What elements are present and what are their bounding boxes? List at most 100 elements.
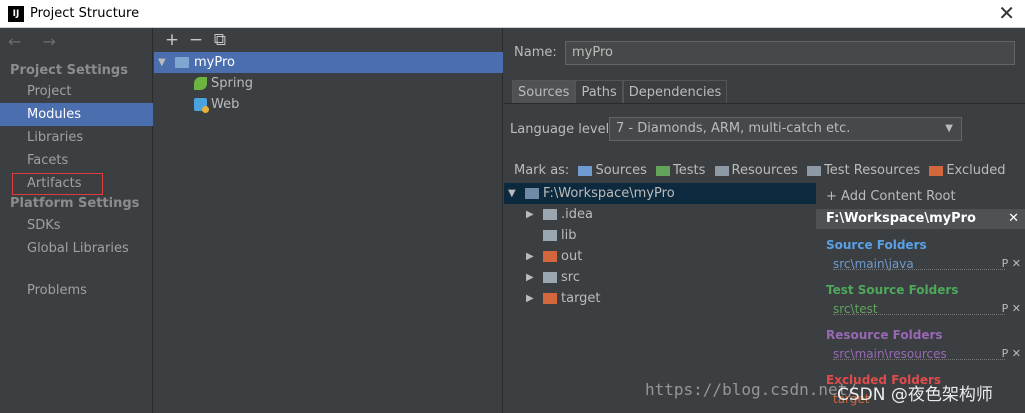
sidebar-item-modules[interactable]: Modules (0, 103, 153, 126)
tree-node-idea[interactable]: ▶ .idea (504, 204, 816, 225)
test-source-folders-title: Test Source Folders (826, 283, 959, 297)
sidebar-item-libraries[interactable]: Libraries (0, 126, 153, 149)
module-details-panel: Name: myPro Sources Paths Dependencies L… (504, 28, 1025, 413)
language-level-label: Language level: (510, 122, 614, 137)
folder-row-tools[interactable]: P ✕ (1002, 257, 1021, 270)
expand-caret-icon[interactable]: ▶ (526, 204, 534, 225)
module-toolbar: + − ⧉ (160, 30, 232, 50)
remove-icon[interactable]: − (184, 30, 208, 50)
test-resources-folder-icon (807, 165, 822, 176)
mark-resources-button[interactable]: Resources (714, 163, 798, 178)
name-label: Name: (514, 45, 557, 60)
module-tree-panel: + − ⧉ ▼ myPro Spring Web (154, 28, 503, 413)
dotted-leader (833, 269, 1005, 270)
close-icon[interactable]: ✕ (1008, 209, 1019, 229)
source-folders-title: Source Folders (826, 238, 927, 252)
resource-folders-title: Resource Folders (826, 328, 943, 342)
add-content-root-button[interactable]: + Add Content Root (826, 189, 956, 204)
tree-node-label: lib (561, 228, 577, 243)
tab-divider (504, 103, 1025, 104)
content-root-tree: ▼ F:\Workspace\myPro ▶ .idea lib ▶ out ▶… (504, 183, 816, 413)
module-folder-icon (175, 57, 189, 68)
sidebar-item-sdks[interactable]: SDKs (0, 214, 153, 237)
tree-node-label: out (561, 249, 583, 264)
tests-folder-icon (656, 165, 671, 176)
folder-icon (543, 272, 557, 283)
sidebar-item-facets[interactable]: Facets (0, 149, 153, 172)
sources-folder-icon (578, 165, 593, 176)
expand-caret-icon[interactable]: ▶ (526, 288, 534, 309)
folder-icon (543, 209, 557, 220)
module-tabs: Sources Paths Dependencies (512, 80, 728, 104)
tree-node-web[interactable]: Web (154, 94, 503, 115)
mark-excluded-button[interactable]: Excluded (929, 163, 1006, 178)
resources-folder-icon (714, 165, 729, 176)
tree-node-mypro[interactable]: ▼ myPro (154, 52, 503, 73)
settings-sidebar: ← → Project Settings Project Modules Lib… (0, 28, 153, 413)
sidebar-item-problems[interactable]: Problems (0, 279, 153, 302)
tab-paths[interactable]: Paths (575, 80, 623, 104)
platform-settings-heading: Platform Settings (10, 196, 140, 211)
excluded-folder-icon (543, 293, 557, 304)
excluded-folder-icon (929, 165, 944, 176)
tree-node-label: target (561, 291, 601, 306)
tree-node-label: .idea (561, 207, 593, 222)
expand-caret-icon[interactable]: ▶ (526, 246, 534, 267)
folder-row-tools[interactable]: P ✕ (1002, 347, 1021, 360)
content-root-path: F:\Workspace\myPro (826, 211, 976, 226)
copy-icon[interactable]: ⧉ (208, 30, 232, 50)
mark-test-resources-label: Test Resources (824, 163, 921, 178)
tree-node-label: Web (211, 97, 240, 112)
add-icon[interactable]: + (160, 30, 184, 50)
language-level-value: 7 - Diamonds, ARM, multi-catch etc. (616, 121, 851, 136)
project-settings-heading: Project Settings (10, 63, 128, 78)
dotted-leader (833, 359, 1005, 360)
tree-node-label: src (561, 270, 580, 285)
close-icon[interactable]: ✕ (998, 2, 1015, 24)
content-root-header: F:\Workspace\myPro ✕ (816, 209, 1025, 229)
tree-node-target[interactable]: ▶ target (504, 288, 816, 309)
language-level-select[interactable]: 7 - Diamonds, ARM, multi-catch etc. ▼ (609, 117, 962, 141)
mark-tests-label: Tests (673, 163, 706, 178)
tree-node-label: Spring (211, 76, 253, 91)
module-name-input[interactable]: myPro (565, 41, 1015, 65)
mark-sources-label: Sources (595, 163, 647, 178)
mark-as-toolbar: Mark as: Sources Tests Resources Test Re… (514, 163, 1011, 179)
tab-sources[interactable]: Sources (512, 80, 576, 104)
mark-as-label: Mark as: (514, 163, 570, 178)
tree-node-root[interactable]: ▼ F:\Workspace\myPro (504, 183, 816, 204)
folder-row-tools[interactable]: P ✕ (1002, 302, 1021, 315)
expand-caret-icon[interactable]: ▶ (526, 267, 534, 288)
window-title: Project Structure (30, 6, 140, 21)
mark-sources-button[interactable]: Sources (578, 163, 647, 178)
intellij-app-icon: IJ (8, 6, 24, 22)
title-bar: IJ Project Structure ✕ (0, 0, 1025, 28)
tree-node-src[interactable]: ▶ src (504, 267, 816, 288)
folder-icon (525, 188, 539, 199)
chevron-down-icon: ▼ (945, 123, 953, 134)
tree-node-spring[interactable]: Spring (154, 73, 503, 94)
content-roots-panel: + Add Content Root F:\Workspace\myPro ✕ … (816, 183, 1025, 413)
tree-node-label: myPro (194, 55, 235, 70)
artifacts-highlight-box (12, 173, 103, 195)
watermark-text: CSDN @夜色架构师 (837, 385, 993, 405)
sidebar-item-global-libraries[interactable]: Global Libraries (0, 237, 153, 260)
tab-dependencies[interactable]: Dependencies (622, 80, 728, 104)
expand-caret-icon[interactable]: ▼ (508, 183, 516, 204)
tree-node-lib[interactable]: lib (504, 225, 816, 246)
tree-node-out[interactable]: ▶ out (504, 246, 816, 267)
dotted-leader (833, 314, 1005, 315)
back-forward-arrows-icon[interactable]: ← → (8, 32, 64, 51)
sidebar-item-project[interactable]: Project (0, 80, 153, 103)
mark-tests-button[interactable]: Tests (656, 163, 705, 178)
watermark-url: https://blog.csdn.net/ (645, 380, 857, 399)
mark-test-resources-button[interactable]: Test Resources (807, 163, 920, 178)
web-icon (194, 98, 209, 113)
spring-icon (194, 77, 207, 90)
tree-node-label: F:\Workspace\myPro (543, 186, 675, 201)
excluded-folder-icon (543, 251, 557, 262)
mark-excluded-label: Excluded (946, 163, 1006, 178)
expand-caret-icon[interactable]: ▼ (158, 52, 166, 73)
folder-icon (543, 230, 557, 241)
mark-resources-label: Resources (731, 163, 798, 178)
